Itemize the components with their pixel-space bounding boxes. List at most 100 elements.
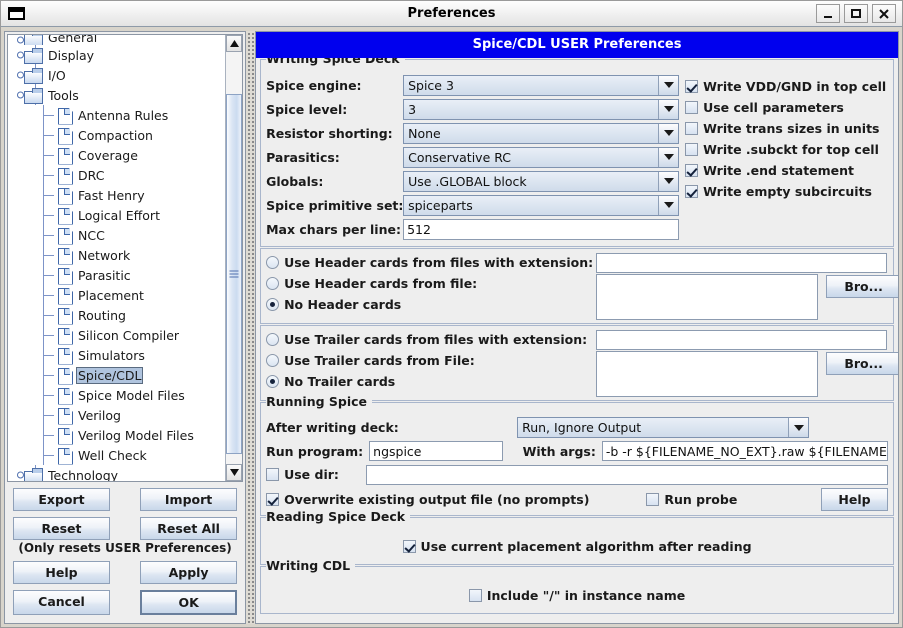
group-border-line: [261, 566, 893, 567]
tree-item-technology[interactable]: Technology: [8, 465, 225, 481]
tree-item-silicon-compiler[interactable]: Silicon Compiler: [8, 325, 225, 345]
input-max-chars-per-line[interactable]: 512: [403, 218, 680, 240]
combo-globals[interactable]: Use .GLOBAL block: [403, 170, 680, 192]
tree-item-verilog-model-files[interactable]: Verilog Model Files: [8, 425, 225, 445]
tree-item-i-o[interactable]: I/O: [8, 65, 225, 85]
tree-scroll-thumb[interactable]: [226, 94, 243, 454]
use-dir-input[interactable]: [366, 464, 888, 485]
chevron-down-icon[interactable]: [658, 99, 679, 119]
checkbox-write-end-statement[interactable]: Write .end statement: [685, 160, 888, 181]
after-writing-deck-row: After writing deck: Run, Ignore Output: [266, 417, 888, 438]
tree-scroll-track[interactable]: [226, 52, 243, 464]
radio-label: Use Trailer cards from files with extens…: [284, 332, 588, 347]
tree-item-ncc[interactable]: NCC: [8, 225, 225, 245]
tree-item-parasitic[interactable]: Parasitic: [8, 265, 225, 285]
tree-item-verilog[interactable]: Verilog: [8, 405, 225, 425]
checkbox-label: Use dir:: [284, 467, 339, 482]
use-current-placement-checkbox[interactable]: Use current placement algorithm after re…: [402, 536, 752, 557]
chevron-down-icon[interactable]: [658, 195, 679, 215]
tree-item-coverage[interactable]: Coverage: [8, 145, 225, 165]
running-spice-help-button[interactable]: Help: [821, 488, 888, 511]
checkbox-indicator: [646, 493, 660, 506]
radio-indicator: [266, 256, 280, 269]
radio-header-from-extension[interactable]: Use Header cards from files with extensi…: [266, 252, 593, 273]
tree-connector-stub: [43, 435, 54, 436]
checkbox-write-empty-subcircuits[interactable]: Write empty subcircuits: [685, 181, 888, 202]
tree-item-antenna-rules[interactable]: Antenna Rules: [8, 105, 225, 125]
tree-item-spice-cdl[interactable]: Spice/CDL: [8, 365, 225, 385]
preference-tree[interactable]: General Display I/O Tools Antenna Rules Compa…: [8, 35, 225, 481]
tree-item-fast-henry[interactable]: Fast Henry: [8, 185, 225, 205]
chevron-down-icon[interactable]: [658, 171, 679, 191]
combo-resistor-shorting[interactable]: None: [403, 122, 680, 144]
split-pane-divider[interactable]: [246, 31, 256, 624]
field-label: Globals:: [266, 173, 324, 189]
trailer-browse-button[interactable]: Bro...: [826, 351, 898, 375]
checkbox-write-vdd-gnd-in-top-cell[interactable]: Write VDD/GND in top cell: [685, 76, 888, 97]
scroll-down-button[interactable]: [226, 464, 243, 481]
tree-item-compaction[interactable]: Compaction: [8, 125, 225, 145]
overwrite-row: Overwrite existing output file (no promp…: [266, 488, 888, 511]
maximize-button[interactable]: [844, 4, 868, 23]
tree-item-tools[interactable]: Tools: [8, 85, 225, 105]
radio-label: Use Header cards from file:: [284, 276, 478, 291]
checkbox-label: Include "/" in instance name: [486, 588, 686, 603]
reset-all-button[interactable]: Reset All: [140, 517, 238, 540]
overwrite-checkbox[interactable]: Overwrite existing output file (no promp…: [266, 489, 589, 510]
field-label: Spice level:: [266, 101, 348, 117]
apply-button[interactable]: Apply: [140, 561, 238, 584]
header-browse-button[interactable]: Bro...: [826, 274, 898, 298]
tree-item-simulators[interactable]: Simulators: [8, 345, 225, 365]
reset-button[interactable]: Reset: [13, 517, 110, 540]
export-button[interactable]: Export: [13, 488, 110, 511]
checkbox-write-subckt-for-top-cell[interactable]: Write .subckt for top cell: [685, 139, 888, 160]
combo-spice-engine[interactable]: Spice 3: [403, 74, 680, 96]
use-dir-checkbox[interactable]: Use dir:: [266, 464, 366, 485]
ok-button[interactable]: OK: [140, 590, 238, 615]
radio-header-from-file[interactable]: Use Header cards from file:: [266, 273, 596, 294]
combo-spice-primitive-set[interactable]: spiceparts: [403, 194, 680, 216]
header-cards-file-textarea[interactable]: [596, 274, 819, 320]
radio-no-trailer-cards[interactable]: No Trailer cards: [266, 371, 596, 392]
chevron-down-icon[interactable]: [788, 418, 809, 437]
run-probe-checkbox[interactable]: Run probe: [646, 489, 737, 510]
header-cards-radios: Use Header cards from files with extensi…: [266, 252, 596, 320]
tree-item-label: Spice Model Files: [78, 387, 185, 403]
scroll-up-button[interactable]: [226, 35, 243, 52]
checkbox-use-cell-parameters[interactable]: Use cell parameters: [685, 97, 888, 118]
checkbox-write-trans-sizes-in-units[interactable]: Write trans sizes in units: [685, 118, 888, 139]
tree-item-drc[interactable]: DRC: [8, 165, 225, 185]
combo-spice-level[interactable]: 3: [403, 98, 680, 120]
include-slash-checkbox[interactable]: Include "/" in instance name: [468, 585, 686, 606]
minimize-button[interactable]: [816, 4, 840, 23]
cancel-button[interactable]: Cancel: [13, 590, 110, 615]
tree-item-network[interactable]: Network: [8, 245, 225, 265]
radio-no-header-cards[interactable]: No Header cards: [266, 294, 596, 315]
combo-parasitics[interactable]: Conservative RC: [403, 146, 680, 168]
maximize-icon: [851, 8, 861, 18]
tree-item-logical-effort[interactable]: Logical Effort: [8, 205, 225, 225]
radio-trailer-from-file[interactable]: Use Trailer cards from File:: [266, 350, 596, 371]
tree-item-spice-model-files[interactable]: Spice Model Files: [8, 385, 225, 405]
tree-item-placement[interactable]: Placement: [8, 285, 225, 305]
tree-item-label: Antenna Rules: [78, 107, 169, 123]
tree-item-well-check[interactable]: Well Check: [8, 445, 225, 465]
header-extension-input[interactable]: [596, 253, 887, 273]
close-button[interactable]: [872, 4, 896, 23]
run-program-input[interactable]: ngspice: [369, 441, 503, 461]
trailer-extension-input[interactable]: [596, 330, 887, 350]
tree-scrollbar[interactable]: [225, 35, 243, 481]
with-args-input[interactable]: -b -r ${FILENAME_NO_EXT}.raw ${FILENAME}: [601, 441, 888, 461]
radio-trailer-from-extension[interactable]: Use Trailer cards from files with extens…: [266, 329, 587, 350]
chevron-down-icon[interactable]: [658, 147, 679, 167]
tree-item-routing[interactable]: Routing: [8, 305, 225, 325]
after-writing-deck-combo[interactable]: Run, Ignore Output: [517, 417, 810, 438]
import-button[interactable]: Import: [140, 488, 238, 511]
tree-item-display[interactable]: Display: [8, 45, 225, 65]
tree-item-general[interactable]: General: [8, 35, 225, 45]
trailer-cards-file-textarea[interactable]: [596, 351, 819, 397]
sidebar-buttons: Export Import Reset Reset All (Only rese…: [5, 482, 246, 623]
chevron-down-icon[interactable]: [658, 75, 679, 95]
help-button[interactable]: Help: [13, 561, 110, 584]
chevron-down-icon[interactable]: [658, 123, 679, 143]
